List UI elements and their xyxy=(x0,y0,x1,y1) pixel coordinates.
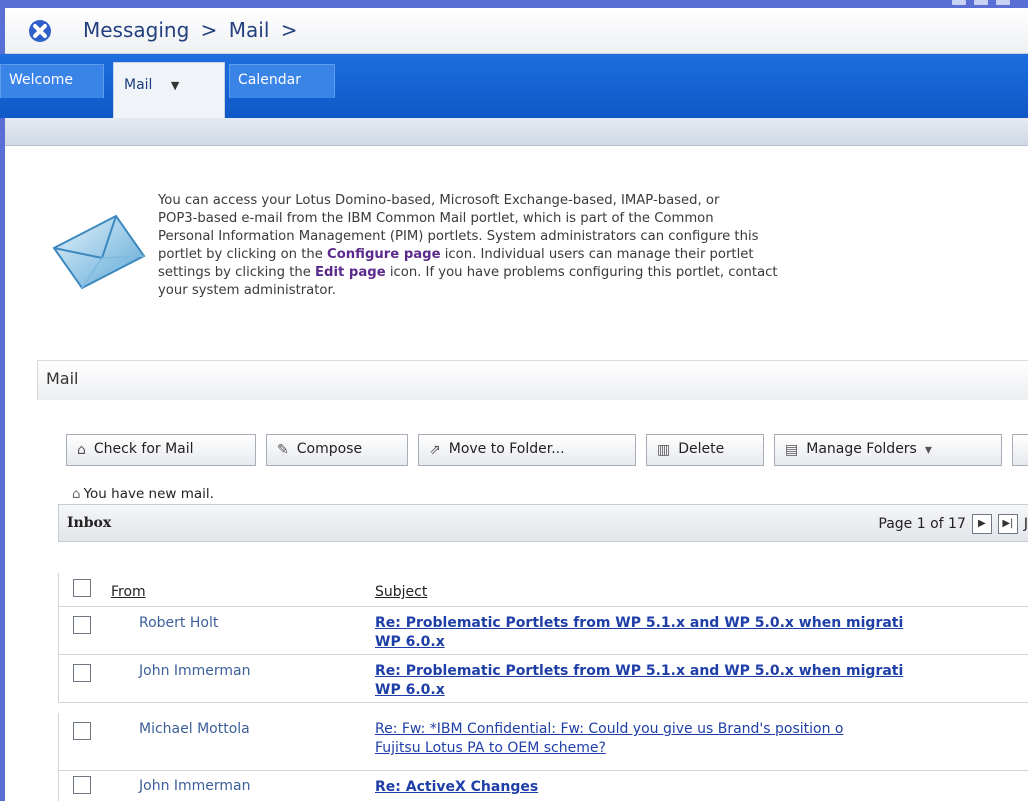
folders-icon: ▤ xyxy=(785,442,799,458)
close-icon[interactable] xyxy=(996,0,1010,5)
delete-button[interactable]: ▥ Delete xyxy=(646,434,764,466)
message-subject-link[interactable]: Re: Fw: *IBM Confidential: Fw: Could you… xyxy=(375,720,1028,758)
subject-line: WP 6.0.x xyxy=(375,682,445,698)
message-subject-link[interactable]: Re: ActiveX Changes xyxy=(375,778,1028,797)
intro-text: icon. If you have problems configuring t… xyxy=(385,265,778,280)
last-page-icon[interactable]: ▶| xyxy=(997,514,1018,534)
subject-line: Re: Fw: *IBM Confidential: Fw: Could you… xyxy=(375,721,844,737)
tab-mail-label: Mail xyxy=(124,77,153,93)
breadcrumb-separator: > xyxy=(280,18,298,42)
mail-toolbar: ⌂ Check for Mail ✎ Compose ⇗ Move to Fol… xyxy=(66,434,1028,466)
table-row[interactable]: Michael Mottola Re: Fw: *IBM Confidentia… xyxy=(58,713,1028,771)
intro-line: Personal Information Management (PIM) po… xyxy=(158,229,759,244)
window-controls xyxy=(952,0,1010,8)
breadcrumb-item-messaging[interactable]: Messaging xyxy=(83,18,189,42)
window-top-strip xyxy=(0,0,1028,8)
check-mail-icon: ⌂ xyxy=(77,442,86,458)
new-mail-text: You have new mail. xyxy=(83,486,214,502)
table-row[interactable]: John Immerman Re: Problematic Portlets f… xyxy=(58,655,1028,703)
chevron-down-icon: ▾ xyxy=(924,442,932,458)
sub-navigation-bar xyxy=(5,118,1028,146)
envelope-icon xyxy=(52,214,146,290)
page-tab-bar: Welcome Mail ▼ Calendar xyxy=(0,54,1028,118)
manage-folders-button[interactable]: ▤ Manage Folders ▾ xyxy=(774,434,1002,466)
message-sender[interactable]: Robert Holt xyxy=(139,615,218,631)
intro-text: settings by clicking the xyxy=(158,265,316,280)
row-checkbox[interactable] xyxy=(73,722,91,740)
subject-line: Re: ActiveX Changes xyxy=(375,779,539,795)
message-sender[interactable]: Michael Mottola xyxy=(139,721,250,737)
compose-label: Compose xyxy=(296,441,363,457)
minimize-icon[interactable] xyxy=(952,0,966,5)
column-header-subject[interactable]: Subject xyxy=(375,584,427,600)
intro-line: portlet by clicking on the Configure pag… xyxy=(158,246,1028,264)
select-all-checkbox[interactable] xyxy=(73,579,91,597)
chevron-down-icon[interactable]: ▼ xyxy=(171,79,179,92)
table-row[interactable]: Robert Holt Re: Problematic Portlets fro… xyxy=(58,607,1028,655)
maximize-icon[interactable] xyxy=(974,0,988,5)
delete-label: Delete xyxy=(678,441,725,457)
intro-line: You can access your Lotus Domino-based, … xyxy=(158,193,720,208)
table-row[interactable]: John Immerman Re: ActiveX Changes xyxy=(58,771,1028,801)
message-sender[interactable]: John Immerman xyxy=(139,778,251,794)
breadcrumb-bar: Messaging > Mail > xyxy=(5,8,1028,54)
edit-page-link[interactable]: Edit page xyxy=(315,265,386,280)
intro-text: icon. Individual users can manage their … xyxy=(440,247,754,262)
pager: Page 1 of 17 ▶ ▶| J xyxy=(878,514,1028,534)
row-checkbox[interactable] xyxy=(73,664,91,682)
tab-welcome-label: Welcome xyxy=(9,72,74,88)
message-subject-link[interactable]: Re: Problematic Portlets from WP 5.1.x a… xyxy=(375,614,1028,652)
tab-welcome[interactable]: Welcome xyxy=(0,64,104,98)
move-to-folder-icon: ⇗ xyxy=(429,442,441,458)
portlet-title: Mail xyxy=(37,360,1028,400)
compose-icon: ✎ xyxy=(277,442,289,458)
row-checkbox[interactable] xyxy=(73,616,91,634)
compose-button[interactable]: ✎ Compose xyxy=(266,434,408,466)
breadcrumb-separator: > xyxy=(200,18,218,42)
tab-mail[interactable]: Mail ▼ xyxy=(113,62,225,118)
breadcrumb: Messaging > Mail > xyxy=(83,18,303,42)
inbox-title: Inbox xyxy=(67,515,112,531)
move-to-folder-button[interactable]: ⇗ Move to Folder... xyxy=(418,434,636,466)
pager-trailing-text: J xyxy=(1023,516,1028,532)
intro-line: your system administrator. xyxy=(158,283,336,298)
check-mail-button[interactable]: ⌂ Check for Mail xyxy=(66,434,256,466)
page-indicator: Page 1 of 17 xyxy=(878,516,966,532)
tab-calendar[interactable]: Calendar xyxy=(229,64,335,98)
subject-line: Re: Problematic Portlets from WP 5.1.x a… xyxy=(375,615,904,631)
row-checkbox[interactable] xyxy=(73,776,91,794)
breadcrumb-item-mail[interactable]: Mail xyxy=(229,18,270,42)
intro-text: portlet by clicking on the xyxy=(158,247,328,262)
message-sender[interactable]: John Immerman xyxy=(139,663,251,679)
column-header-from[interactable]: From xyxy=(111,584,146,600)
new-mail-notice: ⌂ You have new mail. xyxy=(72,486,214,502)
inbox-header: Inbox Page 1 of 17 ▶ ▶| J xyxy=(58,504,1028,542)
trash-icon: ▥ xyxy=(657,442,671,458)
table-header-row: From Subject xyxy=(58,573,1028,607)
configure-page-link[interactable]: Configure page xyxy=(327,247,441,262)
subject-line: Re: Problematic Portlets from WP 5.1.x a… xyxy=(375,663,904,679)
portal-logo-icon[interactable] xyxy=(29,20,51,42)
check-mail-label: Check for Mail xyxy=(93,441,194,457)
subject-line: WP 6.0.x xyxy=(375,634,445,650)
subject-line: Fujitsu Lotus PA to OEM scheme? xyxy=(375,740,606,756)
tab-calendar-label: Calendar xyxy=(238,72,301,88)
intro-line: POP3-based e-mail from the IBM Common Ma… xyxy=(158,211,714,226)
new-mail-icon: ⌂ xyxy=(72,486,81,502)
manage-folders-label: Manage Folders xyxy=(806,441,917,457)
message-subject-link[interactable]: Re: Problematic Portlets from WP 5.1.x a… xyxy=(375,662,1028,700)
intro-description: You can access your Lotus Domino-based, … xyxy=(158,192,1028,300)
move-to-folder-label: Move to Folder... xyxy=(448,441,565,457)
next-page-icon[interactable]: ▶ xyxy=(971,514,992,534)
more-toolbar-button[interactable] xyxy=(1012,434,1028,466)
intro-line: settings by clicking the Edit page icon.… xyxy=(158,264,1028,282)
